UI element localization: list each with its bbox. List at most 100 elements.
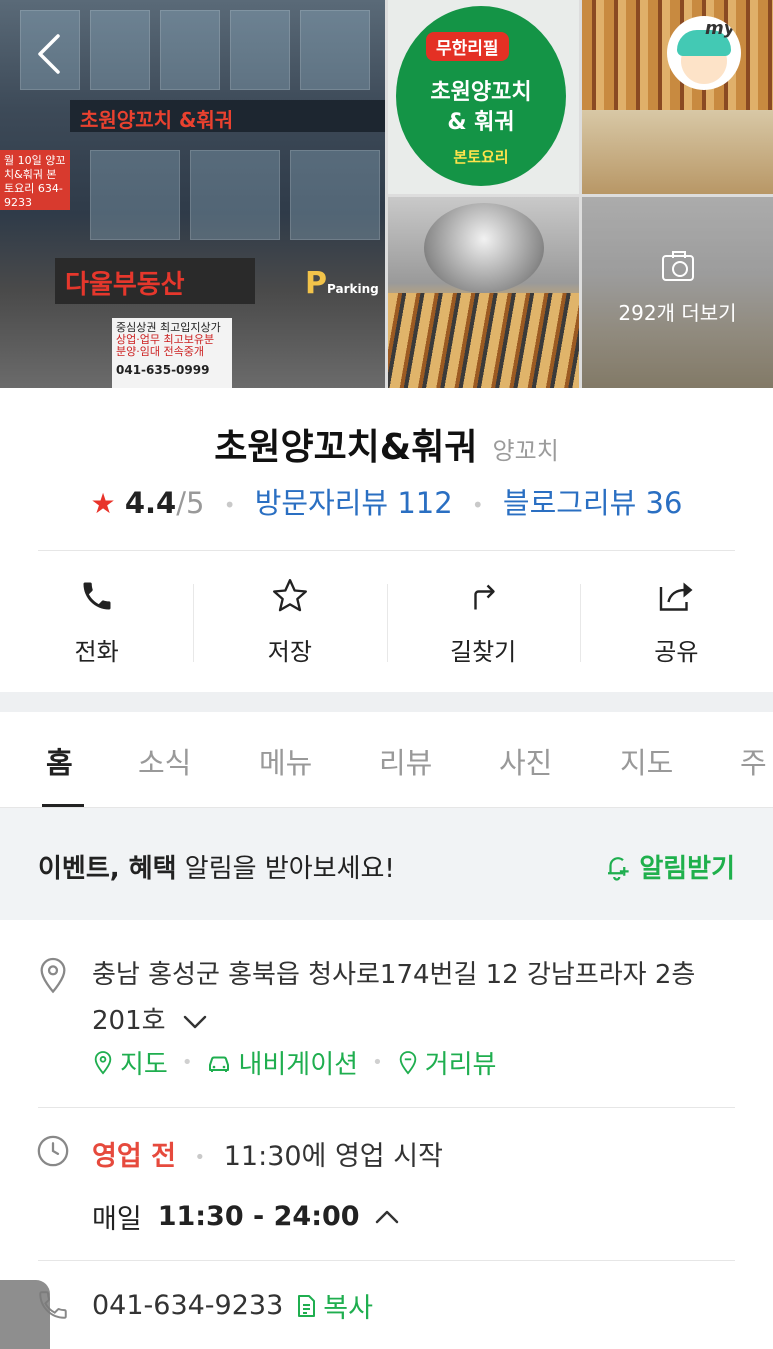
tab-reviews[interactable]: 리뷰 [379, 740, 432, 782]
parking-sign: PParking [305, 266, 379, 301]
hotpot-photo[interactable] [388, 197, 579, 388]
place-name: 초원양꼬치&훠궈 [214, 427, 478, 468]
back-button[interactable] [32, 32, 72, 76]
more-photos-label: 292개 더보기 [618, 301, 737, 325]
share-icon [660, 582, 693, 611]
camera-icon [662, 251, 694, 281]
tab-home[interactable]: 홈 [46, 740, 73, 782]
overlay-handle [0, 1280, 50, 1349]
subscribe-label: 알림받기 [639, 854, 735, 884]
save-button[interactable]: 저장 [193, 576, 386, 672]
tab-map[interactable]: 지도 [620, 740, 673, 782]
separator-dot: • [471, 493, 484, 517]
rating-value: 4.4 [124, 486, 177, 520]
copy-icon [298, 1294, 316, 1317]
map-pin-icon [94, 1050, 112, 1074]
restaurant-sign: 초원양꼬치 &훠궈 [70, 100, 385, 132]
bell-plus-icon [608, 856, 629, 881]
navigation-link[interactable]: 내비게이션 [206, 1044, 358, 1081]
vertical-banner: 월 10일 양꼬치&훠궈 본토요리 634-9233 [0, 150, 70, 210]
divider [38, 1107, 735, 1108]
rating-row: ★ 4.4/5 • 방문자리뷰 112 • 블로그리뷰 36 [0, 480, 773, 522]
opening-note: 11:30에 영업 시작 [223, 1141, 443, 1172]
notification-banner: 이벤트, 혜택 알림을 받아보세요! 알림받기 [0, 808, 773, 920]
realty-sign: 다울부동산 [55, 258, 255, 304]
visitor-reviews-link[interactable]: 방문자리뷰 112 [255, 486, 453, 520]
chevron-down-icon[interactable] [182, 1014, 208, 1030]
directions-button[interactable]: 길찾기 [386, 576, 580, 672]
grill-tray [582, 110, 773, 194]
building-window [230, 10, 290, 90]
share-label: 공유 [654, 638, 699, 666]
section-gap [0, 692, 773, 712]
call-button[interactable]: 전화 [0, 576, 193, 672]
tab-bar: 홈 소식 메뉴 리뷰 사진 지도 주 [0, 712, 773, 808]
map-link[interactable]: 지도 [92, 1044, 168, 1081]
separator-dot: • [223, 493, 236, 517]
share-button[interactable]: 공유 [579, 576, 773, 672]
rating-max: /5 [176, 486, 205, 520]
logo-photo[interactable]: 무한리필 초원양꼬치 & 훠궈 본토요리 [388, 0, 579, 194]
notification-bold: 이벤트, 혜택 [38, 854, 177, 884]
photo-overlay [582, 197, 773, 388]
logo-name: 초원양꼬치 & 훠궈 [402, 78, 560, 138]
building-window [290, 150, 380, 240]
subscribe-alerts-button[interactable]: 알림받기 [603, 848, 735, 885]
street-view-link-label: 거리뷰 [424, 1050, 497, 1080]
hours-detail[interactable]: 매일 11:30 - 24:00 [92, 1197, 400, 1236]
more-photos-tile[interactable]: 292개 더보기 [582, 197, 773, 388]
building-window [190, 150, 280, 240]
tab-menu[interactable]: 메뉴 [259, 740, 312, 782]
place-category: 양꼬치 [492, 437, 559, 465]
street-view-link[interactable]: 거리뷰 [397, 1044, 497, 1081]
chevron-left-icon [38, 34, 60, 74]
my-profile-button[interactable]: my [667, 16, 741, 90]
divider [38, 550, 735, 551]
logo-name-line: & 훠궈 [447, 110, 515, 135]
call-label: 전화 [74, 638, 119, 666]
tab-nearby[interactable]: 주 [740, 740, 767, 782]
board-line: 분양·임대 전속중개 [116, 345, 204, 358]
map-link-label: 지도 [120, 1050, 168, 1080]
tab-photos[interactable]: 사진 [499, 740, 552, 782]
chevron-up-icon[interactable] [374, 1209, 400, 1225]
building-window [90, 10, 150, 90]
copy-label: 복사 [323, 1293, 373, 1324]
photo-gallery: 초원양꼬치 &훠궈 월 10일 양꼬치&훠궈 본토요리 634-9233 다울부… [0, 0, 773, 388]
place-title-row: 초원양꼬치&훠궈 양꼬치 [0, 418, 773, 470]
divider [38, 1260, 735, 1261]
hours-day: 매일 [92, 1204, 142, 1235]
notification-message: 이벤트, 혜택 알림을 받아보세요! [38, 848, 395, 885]
action-bar: 전화 저장 길찾기 공유 [0, 576, 773, 672]
phone-icon [83, 582, 111, 610]
directions-label: 길찾기 [450, 638, 517, 666]
avatar-text: my [705, 18, 736, 39]
blog-reviews-link[interactable]: 블로그리뷰 36 [503, 486, 683, 520]
separator-dot: • [194, 1147, 206, 1168]
logo-subtitle: 본토요리 [453, 148, 509, 166]
logo-name-line: 초원양꼬치 [430, 80, 532, 105]
copy-phone-button[interactable]: 복사 [295, 1286, 373, 1325]
address-text[interactable]: 충남 홍성군 홍북읍 청사로174번길 12 강남프라자 2층 201호 [92, 952, 732, 1044]
realty-board: 중심상권 최고입지상가 상업·업무 최고보유분 분양·임대 전속중개 041-6… [112, 318, 232, 388]
logo-tag: 무한리필 [426, 32, 509, 61]
building-window [90, 150, 180, 240]
notification-text: 알림을 받아보세요! [176, 854, 395, 884]
hotpot-pot [424, 203, 544, 293]
save-label: 저장 [267, 638, 312, 666]
skewers [388, 293, 579, 388]
car-icon [209, 1056, 230, 1072]
phone-number[interactable]: 041-634-9233 [92, 1290, 283, 1321]
star-icon: ★ [90, 487, 116, 520]
street-view-icon [399, 1050, 416, 1074]
tab-news[interactable]: 소식 [138, 740, 191, 782]
separator-dot: • [372, 1052, 383, 1073]
location-pin-icon [40, 957, 66, 994]
navigation-link-label: 내비게이션 [238, 1050, 359, 1080]
building-window [300, 10, 370, 90]
building-window [160, 10, 220, 90]
board-phone: 041-635-0999 [116, 363, 210, 377]
directions-icon [474, 584, 495, 610]
hours-status: 영업 전 • 11:30에 영업 시작 [92, 1134, 443, 1173]
separator-dot: • [181, 1052, 193, 1073]
